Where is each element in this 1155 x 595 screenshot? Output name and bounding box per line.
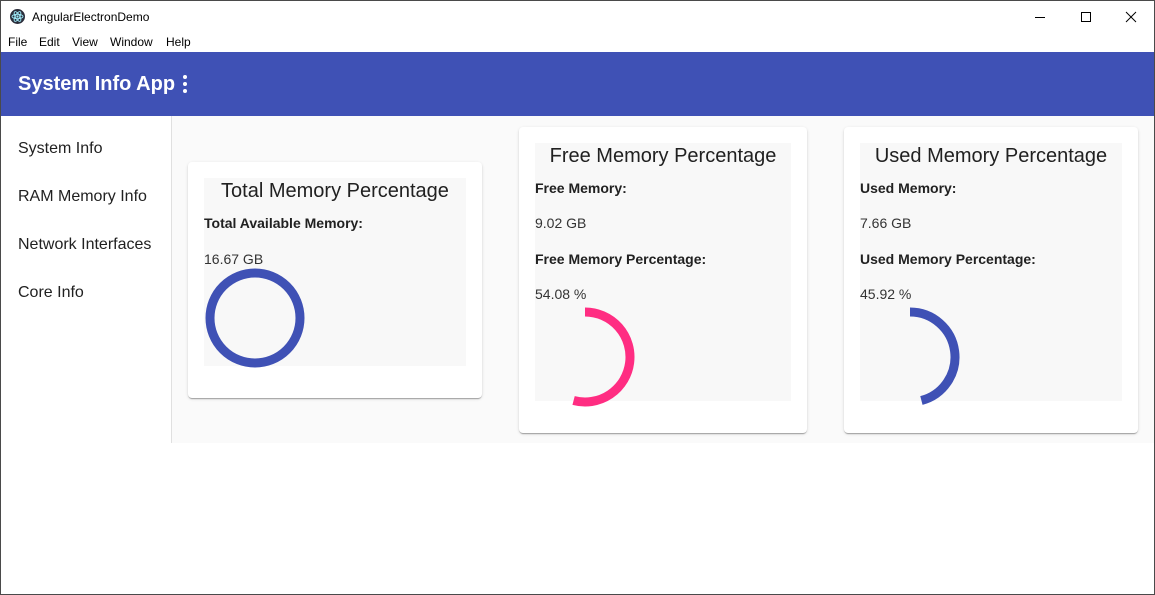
- total-memory-ring: [205, 268, 305, 368]
- used-memory-label: Used Memory:: [860, 180, 957, 196]
- total-available-memory-value: 16.67 GB: [204, 251, 264, 267]
- free-memory-title: Free Memory Percentage: [549, 145, 777, 167]
- free-memory-percentage-value: 54.08 %: [535, 286, 587, 302]
- menu-edit[interactable]: Edit: [39, 35, 60, 49]
- window-title: AngularElectronDemo: [32, 10, 150, 24]
- app-toolbar: System Info App: [1, 52, 1154, 116]
- total-memory-card: Total Memory Percentage Total Available …: [188, 162, 482, 398]
- free-memory-card: Free Memory Percentage Free Memory: 9.02…: [519, 127, 807, 433]
- menu-help[interactable]: Help: [166, 35, 191, 49]
- used-memory-card: Used Memory Percentage Used Memory: 7.66…: [844, 127, 1138, 433]
- total-memory-card-body: Total Memory Percentage Total Available …: [204, 178, 466, 368]
- free-memory-label: Free Memory:: [535, 180, 627, 196]
- used-memory-card-body: Used Memory Percentage Used Memory: 7.66…: [860, 143, 1122, 405]
- close-icon: [1125, 11, 1137, 23]
- used-memory-value: 7.66 GB: [860, 215, 912, 231]
- used-memory-ring-arc: [909, 307, 960, 405]
- free-memory-ring-arc: [572, 307, 635, 407]
- menu-window[interactable]: Window: [110, 35, 153, 49]
- sidebar-item-system-info[interactable]: System Info: [18, 140, 102, 158]
- total-memory-title: Total Memory Percentage: [221, 180, 449, 202]
- free-memory-ring: [572, 307, 635, 407]
- sidebar-item-network-interfaces[interactable]: Network Interfaces: [18, 236, 151, 254]
- more-vert-button[interactable]: [175, 72, 195, 96]
- close-button[interactable]: [1108, 1, 1154, 32]
- total-memory-ring-arc: [205, 268, 305, 368]
- title-bar[interactable]: AngularElectronDemo: [1, 1, 1154, 32]
- free-memory-value: 9.02 GB: [535, 215, 587, 231]
- electron-app-icon: [10, 9, 25, 24]
- used-memory-ring: [909, 307, 960, 405]
- sidebar-item-ram-memory-info[interactable]: RAM Memory Info: [18, 188, 147, 206]
- app-title: System Info App: [18, 73, 176, 95]
- used-memory-title: Used Memory Percentage: [874, 145, 1108, 167]
- menu-file[interactable]: File: [8, 35, 27, 49]
- minimize-button[interactable]: [1017, 1, 1063, 32]
- main-content: Total Memory Percentage Total Available …: [172, 116, 1154, 443]
- free-memory-card-body: Free Memory Percentage Free Memory: 9.02…: [535, 143, 791, 407]
- used-memory-percentage-label: Used Memory Percentage:: [860, 251, 1036, 267]
- minimize-icon: [1035, 17, 1045, 18]
- used-memory-percentage-value: 45.92 %: [860, 286, 912, 302]
- app-window: AngularElectronDemo File Edit View Windo…: [0, 0, 1155, 595]
- menu-view[interactable]: View: [72, 35, 98, 49]
- maximize-button[interactable]: [1063, 1, 1109, 32]
- sidebar-nav: System Info RAM Memory Info Network Inte…: [1, 116, 172, 443]
- menu-bar: File Edit View Window Help: [1, 32, 1154, 52]
- total-available-memory-label: Total Available Memory:: [204, 215, 363, 231]
- sidebar-item-core-info[interactable]: Core Info: [18, 284, 84, 302]
- free-memory-percentage-label: Free Memory Percentage:: [535, 251, 707, 267]
- maximize-icon: [1081, 12, 1091, 22]
